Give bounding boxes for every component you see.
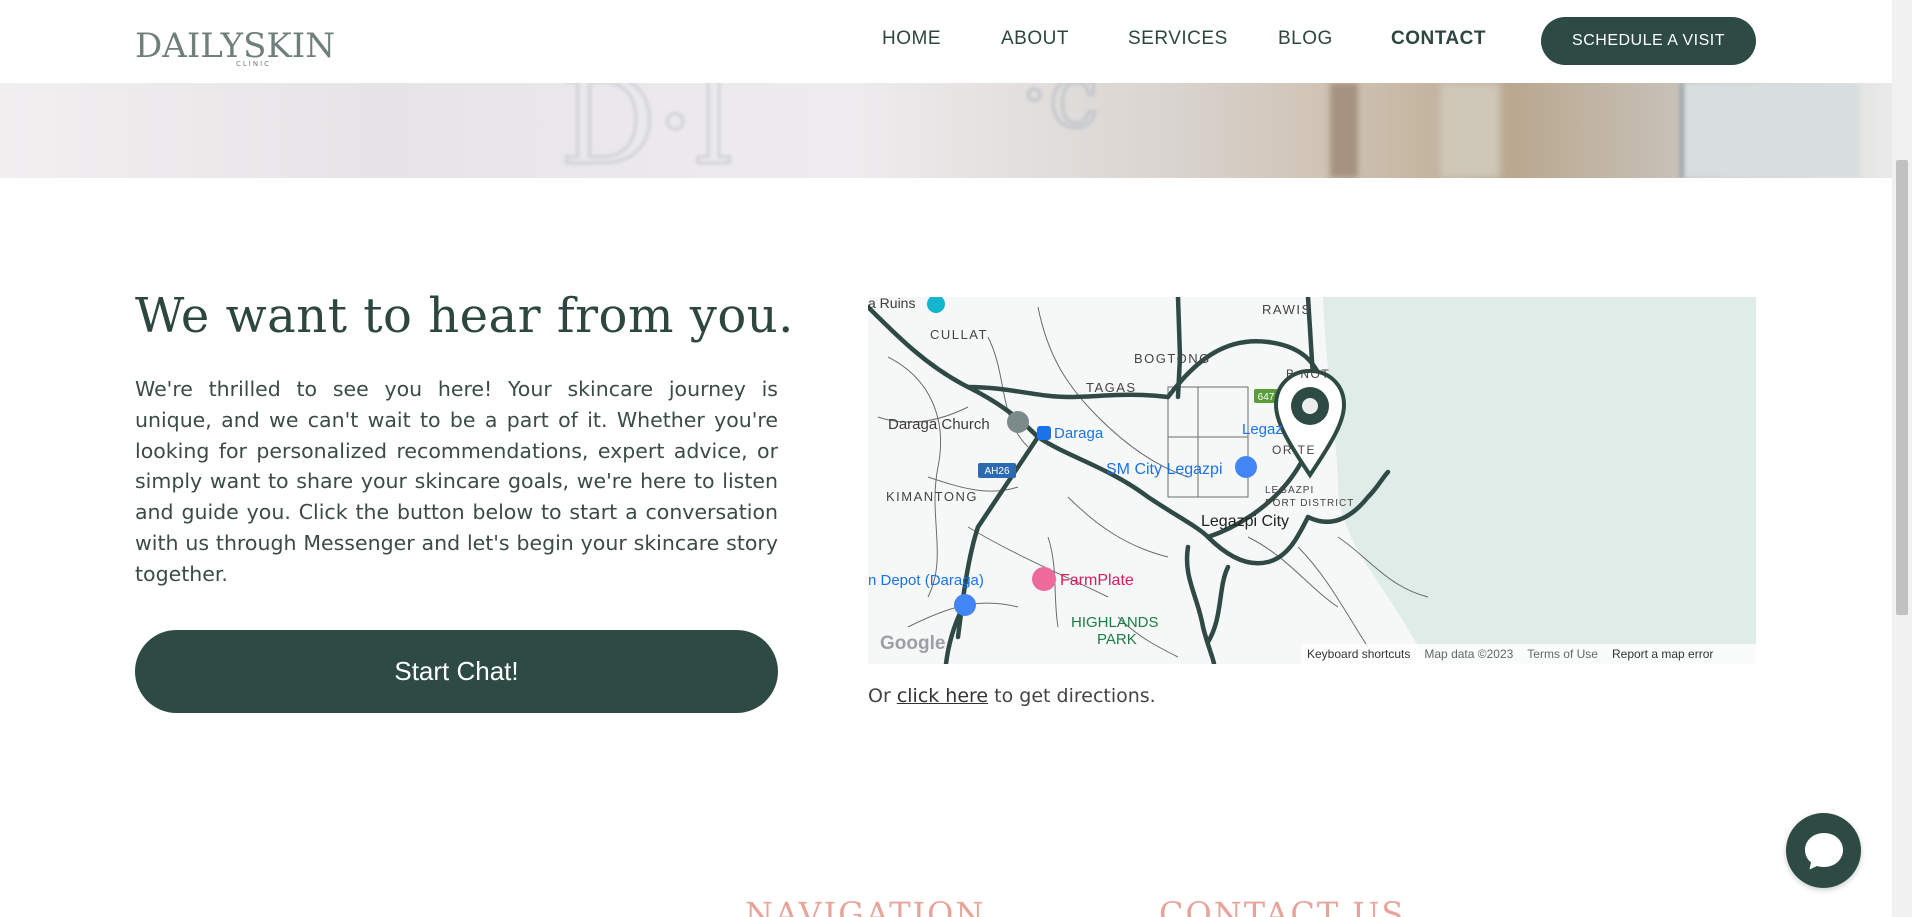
hero-image: D·l ·c: [0, 83, 1892, 178]
report-error-link[interactable]: Report a map error: [1612, 647, 1713, 661]
map-label: PARK: [1097, 631, 1137, 648]
directions-suffix: to get directions.: [988, 685, 1156, 707]
nav-contact[interactable]: CONTACT: [1391, 28, 1486, 50]
map-label: Daraga: [1054, 425, 1104, 442]
intro-paragraph: We're thrilled to see you here! Your ski…: [135, 377, 778, 586]
footer-contact-heading: CONTACT US: [1159, 895, 1406, 917]
start-chat-button[interactable]: Start Chat!: [135, 630, 778, 713]
map-label: Legaz: [1242, 421, 1283, 438]
map-poi-marker: [1007, 411, 1029, 433]
directions-prefix: Or: [868, 685, 897, 707]
scrollbar-thumb[interactable]: [1896, 160, 1908, 615]
google-logo: Google: [880, 633, 946, 654]
map-poi-marker: [1235, 456, 1257, 478]
nav-about[interactable]: ABOUT: [1001, 28, 1069, 50]
map-label: FarmPlate: [1060, 572, 1134, 589]
directions-text: Or click here to get directions.: [868, 685, 1156, 707]
map-label: OR TE: [1272, 443, 1316, 457]
map-roads: 647 AH26: [868, 297, 1756, 664]
map-location-pin: [1273, 368, 1347, 479]
map-label: TAGAS: [1086, 380, 1137, 395]
map-poi-marker: [1037, 426, 1051, 440]
hero-decor: [1440, 83, 1500, 178]
map-data-text: Map data ©2023: [1424, 647, 1514, 661]
map-attribution: Keyboard shortcuts Map data ©2023 Terms …: [1301, 644, 1756, 664]
hero-decor: [1680, 83, 1860, 178]
hero-sign-letters-2: ·c: [1018, 83, 1100, 150]
schedule-visit-button[interactable]: SCHEDULE A VISIT: [1541, 17, 1756, 65]
keyboard-shortcuts-link[interactable]: Keyboard shortcuts: [1307, 647, 1410, 661]
map-label: n Depot (Daraga): [868, 572, 984, 589]
map-poi-marker: [927, 297, 945, 313]
map-label: CULLAT: [930, 327, 988, 342]
hero-decor: [1330, 83, 1358, 178]
nav-home[interactable]: HOME: [882, 28, 941, 50]
map-label: BOGTONG: [1134, 351, 1211, 366]
map-label: LEGAZPI: [1265, 485, 1315, 496]
map-label: Daraga Church: [888, 416, 990, 433]
map-label: B NOT: [1286, 367, 1331, 381]
map-label: PORT DISTRICT: [1265, 498, 1355, 509]
map-label: SM City Legazpi: [1106, 461, 1223, 478]
chat-bubble-icon: [1804, 832, 1843, 869]
map-label: Legazpi City: [1201, 513, 1290, 530]
directions-link[interactable]: click here: [897, 685, 988, 707]
page-title: We want to hear from you.: [135, 288, 794, 344]
location-map[interactable]: 647 AH26 a Ruins CULLAT RAWIS BOGTONG TA…: [868, 297, 1756, 664]
logo[interactable]: DAILYSKIN CLINIC: [135, 12, 335, 74]
map-poi-marker: [1032, 567, 1056, 591]
map-label: KIMANTONG: [886, 489, 978, 504]
map-label: a Ruins: [868, 297, 916, 311]
map-shield-text: 647: [1258, 392, 1275, 403]
map-poi-marker: [954, 594, 976, 616]
nav-services[interactable]: SERVICES: [1128, 28, 1228, 50]
map-label: RAWIS: [1262, 302, 1312, 317]
nav-blog[interactable]: BLOG: [1278, 28, 1333, 50]
logo-subtitle: CLINIC: [236, 60, 272, 68]
page-scrollbar[interactable]: [1892, 0, 1912, 917]
terms-link[interactable]: Terms of Use: [1527, 647, 1598, 661]
site-header: DAILYSKIN CLINIC HOME ABOUT SERVICES BLO…: [0, 0, 1892, 83]
logo-text: DAILYSKIN: [135, 26, 335, 66]
messenger-chat-button[interactable]: [1786, 813, 1861, 888]
map-shield-text: AH26: [984, 466, 1009, 477]
footer-navigation-heading: NAVIGATION: [745, 895, 986, 917]
map-label: HIGHLANDS: [1071, 614, 1159, 631]
hero-sign-letters: D·l: [559, 83, 735, 178]
